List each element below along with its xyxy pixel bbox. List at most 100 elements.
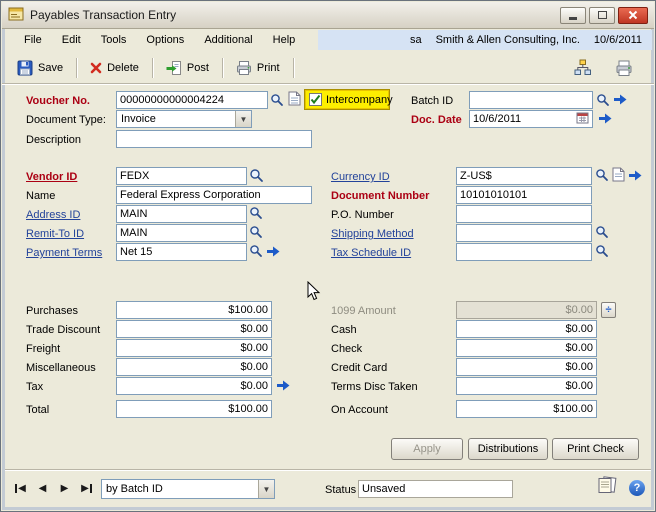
vendor-id-label[interactable]: Vendor ID [26,169,77,185]
toolbar-separator [76,57,78,78]
currency-id-label[interactable]: Currency ID [331,169,390,185]
close-icon [628,10,638,20]
menu-item-tools[interactable]: Tools [91,31,137,49]
amount-1099-input: $0.00 [456,301,597,319]
hierarchy-icon [574,59,591,75]
menu-item-additional[interactable]: Additional [194,31,262,49]
voucher-note-button[interactable] [288,91,301,106]
stacked-notes-icon [598,476,617,493]
voucher-lookup-button[interactable] [270,93,284,107]
tax-schedule-id-label[interactable]: Tax Schedule ID [331,245,411,261]
miscellaneous-input[interactable]: $0.00 [116,358,272,376]
save-button[interactable]: Save [10,56,70,80]
amount-1099-expansion-button[interactable]: ÷ [601,302,616,318]
remit-to-id-input[interactable]: MAIN [116,224,247,242]
payment-terms-label[interactable]: Payment Terms [26,245,102,261]
browse-by-dropdown[interactable]: by Batch ID ▼ [101,479,275,499]
terms-disc-taken-input[interactable]: $0.00 [456,377,597,395]
on-account-display: $100.00 [456,400,597,418]
doc-date-input[interactable]: 10/6/2011 [469,110,593,128]
checkmark-icon [310,94,321,105]
tax-input[interactable]: $0.00 [116,377,272,395]
post-icon [166,60,181,75]
address-id-label[interactable]: Address ID [26,207,80,223]
batch-id-label: Batch ID [411,95,454,107]
address-lookup-button[interactable] [249,206,263,220]
menu-item-help[interactable]: Help [263,31,306,49]
remit-to-id-label[interactable]: Remit-To ID [26,226,84,242]
total-label: Total [26,404,50,416]
maximize-icon [597,11,607,19]
intercompany-label: Intercompany [326,93,393,106]
help-button[interactable]: ? [629,480,645,496]
previous-record-button[interactable]: ◀ [33,479,52,497]
cash-input[interactable]: $0.00 [456,320,597,338]
titlebar[interactable]: Payables Transaction Entry [2,2,654,29]
intercompany-checkbox[interactable] [309,93,322,106]
document-type-dropdown[interactable]: Invoice ▼ [116,110,252,128]
distributions-button[interactable]: Distributions [468,438,548,460]
calendar-icon[interactable] [576,111,589,127]
batch-expansion-button[interactable] [614,94,627,105]
payment-terms-input[interactable]: Net 15 [116,243,247,261]
dropdown-arrow-icon: ▼ [258,480,274,498]
currency-note-button[interactable] [612,167,625,182]
magnifier-icon [250,169,263,182]
print-check-button[interactable]: Print Check [552,438,639,460]
remit-to-lookup-button[interactable] [249,225,263,239]
vendor-id-input[interactable]: FEDX [116,167,247,185]
trade-discount-label: Trade Discount [26,324,101,336]
notes-button[interactable] [597,476,618,495]
tax-expansion-button[interactable] [277,380,290,391]
close-button[interactable] [618,6,648,24]
description-input[interactable] [116,130,312,148]
last-record-button[interactable]: ▶ [77,479,96,497]
print-button[interactable]: Print [229,56,287,80]
company-context-panel[interactable]: sa Smith & Allen Consulting, Inc. 10/6/2… [318,30,652,50]
vendor-name-input[interactable]: Federal Express Corporation [116,186,312,204]
check-input[interactable]: $0.00 [456,339,597,357]
next-record-button[interactable]: ▶ [55,479,74,497]
document-number-input[interactable]: 10101010101 [456,186,592,204]
freight-input[interactable]: $0.00 [116,339,272,357]
user-id: sa [409,34,422,46]
status-label: Status [325,484,357,496]
batch-id-input[interactable] [469,91,593,109]
menu-item-edit[interactable]: Edit [52,31,91,49]
payment-terms-expansion-button[interactable] [267,246,280,257]
app-icon [8,6,24,25]
workflow-hierarchy-button[interactable] [567,55,598,80]
document-number-label: Document Number [331,190,430,202]
po-number-input[interactable] [456,205,592,223]
currency-lookup-button[interactable] [595,168,609,182]
print-setup-button[interactable] [608,55,640,81]
payment-terms-lookup-button[interactable] [249,244,263,258]
shipping-method-lookup-button[interactable] [595,225,609,239]
currency-expansion-button[interactable] [629,170,642,181]
trade-discount-input[interactable]: $0.00 [116,320,272,338]
tax-schedule-id-input[interactable] [456,243,592,261]
currency-id-input[interactable]: Z-US$ [456,167,592,185]
menu-item-options[interactable]: Options [136,31,194,49]
system-date: 10/6/2011 [593,34,642,46]
delete-button[interactable]: Delete [83,58,146,78]
document-type-label: Document Type: [26,114,106,126]
on-account-label: On Account [331,404,388,416]
credit-card-input[interactable]: $0.00 [456,358,597,376]
post-button[interactable]: Post [159,56,216,80]
maximize-button[interactable] [589,6,615,24]
vendor-lookup-button[interactable] [249,168,264,183]
address-id-input[interactable]: MAIN [116,205,247,223]
blue-arrow-icon [277,380,290,391]
first-record-button[interactable]: ◀ [11,479,30,497]
voucher-number-input[interactable]: 00000000000004224 [116,91,268,109]
tax-schedule-lookup-button[interactable] [595,244,609,258]
minimize-button[interactable] [560,6,586,24]
shipping-method-label[interactable]: Shipping Method [331,226,414,242]
shipping-method-input[interactable] [456,224,592,242]
blue-arrow-icon [267,246,280,257]
purchases-input[interactable]: $100.00 [116,301,272,319]
menu-item-file[interactable]: File [14,31,52,49]
doc-date-expansion-button[interactable] [599,113,612,124]
batch-lookup-button[interactable] [596,93,610,107]
